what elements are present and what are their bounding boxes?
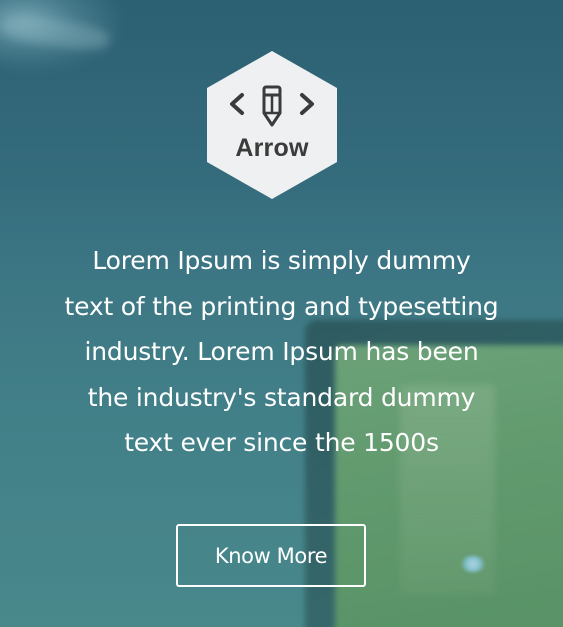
hero-section: Arrow Lorem Ipsum is simply dummy text o… <box>0 0 563 627</box>
know-more-button[interactable]: Know More <box>176 524 366 587</box>
tagline-line: text ever since the 1500s <box>124 428 439 457</box>
tagline-line: Lorem Ipsum is simply dummy <box>92 246 471 275</box>
tagline-line: text of the printing and typesetting <box>64 291 499 321</box>
tagline-line: the industry's standard dummy <box>87 382 476 412</box>
logo-hexagon <box>207 51 337 199</box>
tagline-line: industry. Lorem Ipsum has been <box>84 337 479 366</box>
brand-logo[interactable]: Arrow <box>205 49 339 201</box>
logo-text: Arrow <box>235 134 309 162</box>
hero-tagline: Lorem Ipsum is simply dummy text of the … <box>20 238 543 466</box>
